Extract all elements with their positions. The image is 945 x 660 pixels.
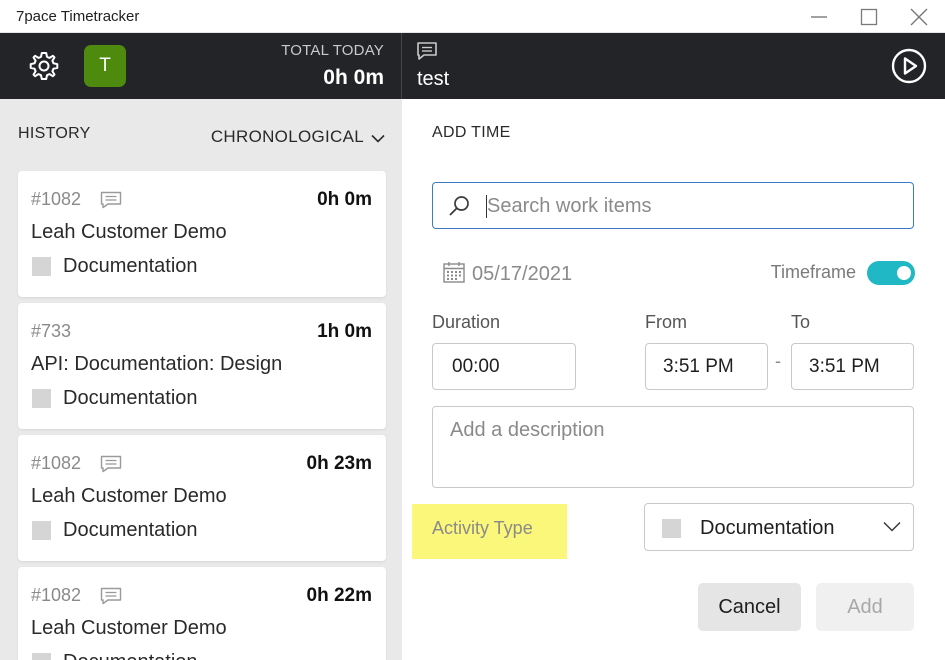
activity-type-label: Activity Type: [412, 504, 567, 559]
app-header: T TOTAL TODAY 0h 0m test: [0, 33, 945, 99]
item-activity: Documentation: [63, 519, 198, 541]
comment-icon[interactable]: [416, 41, 438, 61]
add-time-panel: ADD TIME 05/17/2021 Timeframe Duration F…: [402, 99, 945, 660]
item-duration: 0h 23m: [306, 453, 372, 474]
from-label: From: [645, 312, 687, 332]
work-item-id: #1082: [31, 585, 82, 605]
item-activity: Documentation: [63, 651, 198, 660]
chevron-down-icon: [883, 521, 901, 532]
activity-color-square: [32, 257, 51, 276]
comment-icon[interactable]: [100, 587, 122, 605]
start-timer-button[interactable]: [891, 48, 927, 84]
avatar[interactable]: T: [84, 45, 126, 87]
total-today-value: 0h 0m: [323, 66, 384, 89]
item-duration: 1h 0m: [317, 321, 372, 342]
comment-icon[interactable]: [100, 455, 122, 473]
item-title: Leah Customer Demo: [31, 221, 227, 243]
duration-label: Duration: [432, 312, 501, 332]
item-title: API: Documentation: Design: [31, 353, 283, 375]
chevron-down-icon[interactable]: [371, 134, 385, 143]
duration-input[interactable]: 00:00: [432, 343, 576, 390]
search-input[interactable]: [487, 191, 887, 221]
item-duration: 0h 0m: [317, 189, 372, 210]
history-item[interactable]: #1082 0h 0m Leah Customer Demo Documenta…: [18, 171, 386, 297]
add-time-heading: ADD TIME: [432, 124, 511, 141]
activity-color-square: [32, 653, 51, 660]
title-bar: 7pace Timetracker: [0, 0, 945, 33]
gear-icon: [29, 52, 59, 80]
play-icon: [891, 48, 927, 84]
timeframe-label: Timeframe: [770, 262, 856, 282]
activity-type-value: Documentation: [700, 517, 835, 539]
time-range-separator: -: [775, 351, 781, 371]
work-item-id: #1082: [31, 453, 82, 473]
sort-dropdown[interactable]: CHRONOLOGICAL: [211, 127, 364, 147]
search-box[interactable]: [432, 182, 914, 229]
description-placeholder: Add a description: [450, 419, 605, 441]
to-label: To: [791, 312, 811, 332]
close-icon: [910, 8, 928, 25]
activity-type-select[interactable]: Documentation: [644, 503, 914, 551]
history-label: HISTORY: [18, 125, 91, 142]
settings-button[interactable]: [28, 50, 60, 82]
date-field[interactable]: 05/17/2021: [472, 263, 572, 286]
work-item-id: #733: [31, 321, 72, 341]
item-duration: 0h 22m: [306, 585, 372, 606]
calendar-icon[interactable]: [442, 260, 466, 284]
work-item-id: #1082: [31, 189, 82, 209]
maximize-icon: [860, 8, 878, 25]
item-activity: Documentation: [63, 255, 198, 277]
activity-color-square: [32, 521, 51, 540]
current-work-item[interactable]: test: [417, 68, 449, 91]
maximize-button[interactable]: [844, 0, 894, 33]
item-title: Leah Customer Demo: [31, 485, 227, 507]
close-window-button[interactable]: [894, 0, 944, 33]
to-time-input[interactable]: 3:51 PM: [791, 343, 914, 390]
item-title: Leah Customer Demo: [31, 617, 227, 639]
activity-color-square: [32, 389, 51, 408]
comment-icon[interactable]: [100, 191, 122, 209]
history-panel: HISTORY CHRONOLOGICAL #1082 0h 0m Leah C…: [0, 99, 402, 660]
search-icon: [449, 196, 469, 216]
app-title: 7pace Timetracker: [16, 8, 140, 25]
cancel-button[interactable]: Cancel: [698, 583, 801, 631]
total-today-label: TOTAL TODAY: [281, 42, 384, 59]
header-divider: [401, 33, 402, 99]
item-activity: Documentation: [63, 387, 198, 409]
history-item[interactable]: #733 1h 0m API: Documentation: Design Do…: [18, 303, 386, 429]
toggle-knob: [897, 266, 911, 280]
minimize-button[interactable]: [794, 0, 844, 33]
minimize-icon: [811, 15, 827, 18]
history-item[interactable]: #1082 0h 23m Leah Customer Demo Document…: [18, 435, 386, 561]
activity-color-square: [662, 519, 681, 538]
timeframe-toggle[interactable]: [867, 261, 915, 285]
history-item[interactable]: #1082 0h 22m Leah Customer Demo Document…: [18, 567, 386, 660]
add-button[interactable]: Add: [816, 583, 914, 631]
from-time-input[interactable]: 3:51 PM: [645, 343, 768, 390]
description-input[interactable]: Add a description: [432, 406, 914, 488]
